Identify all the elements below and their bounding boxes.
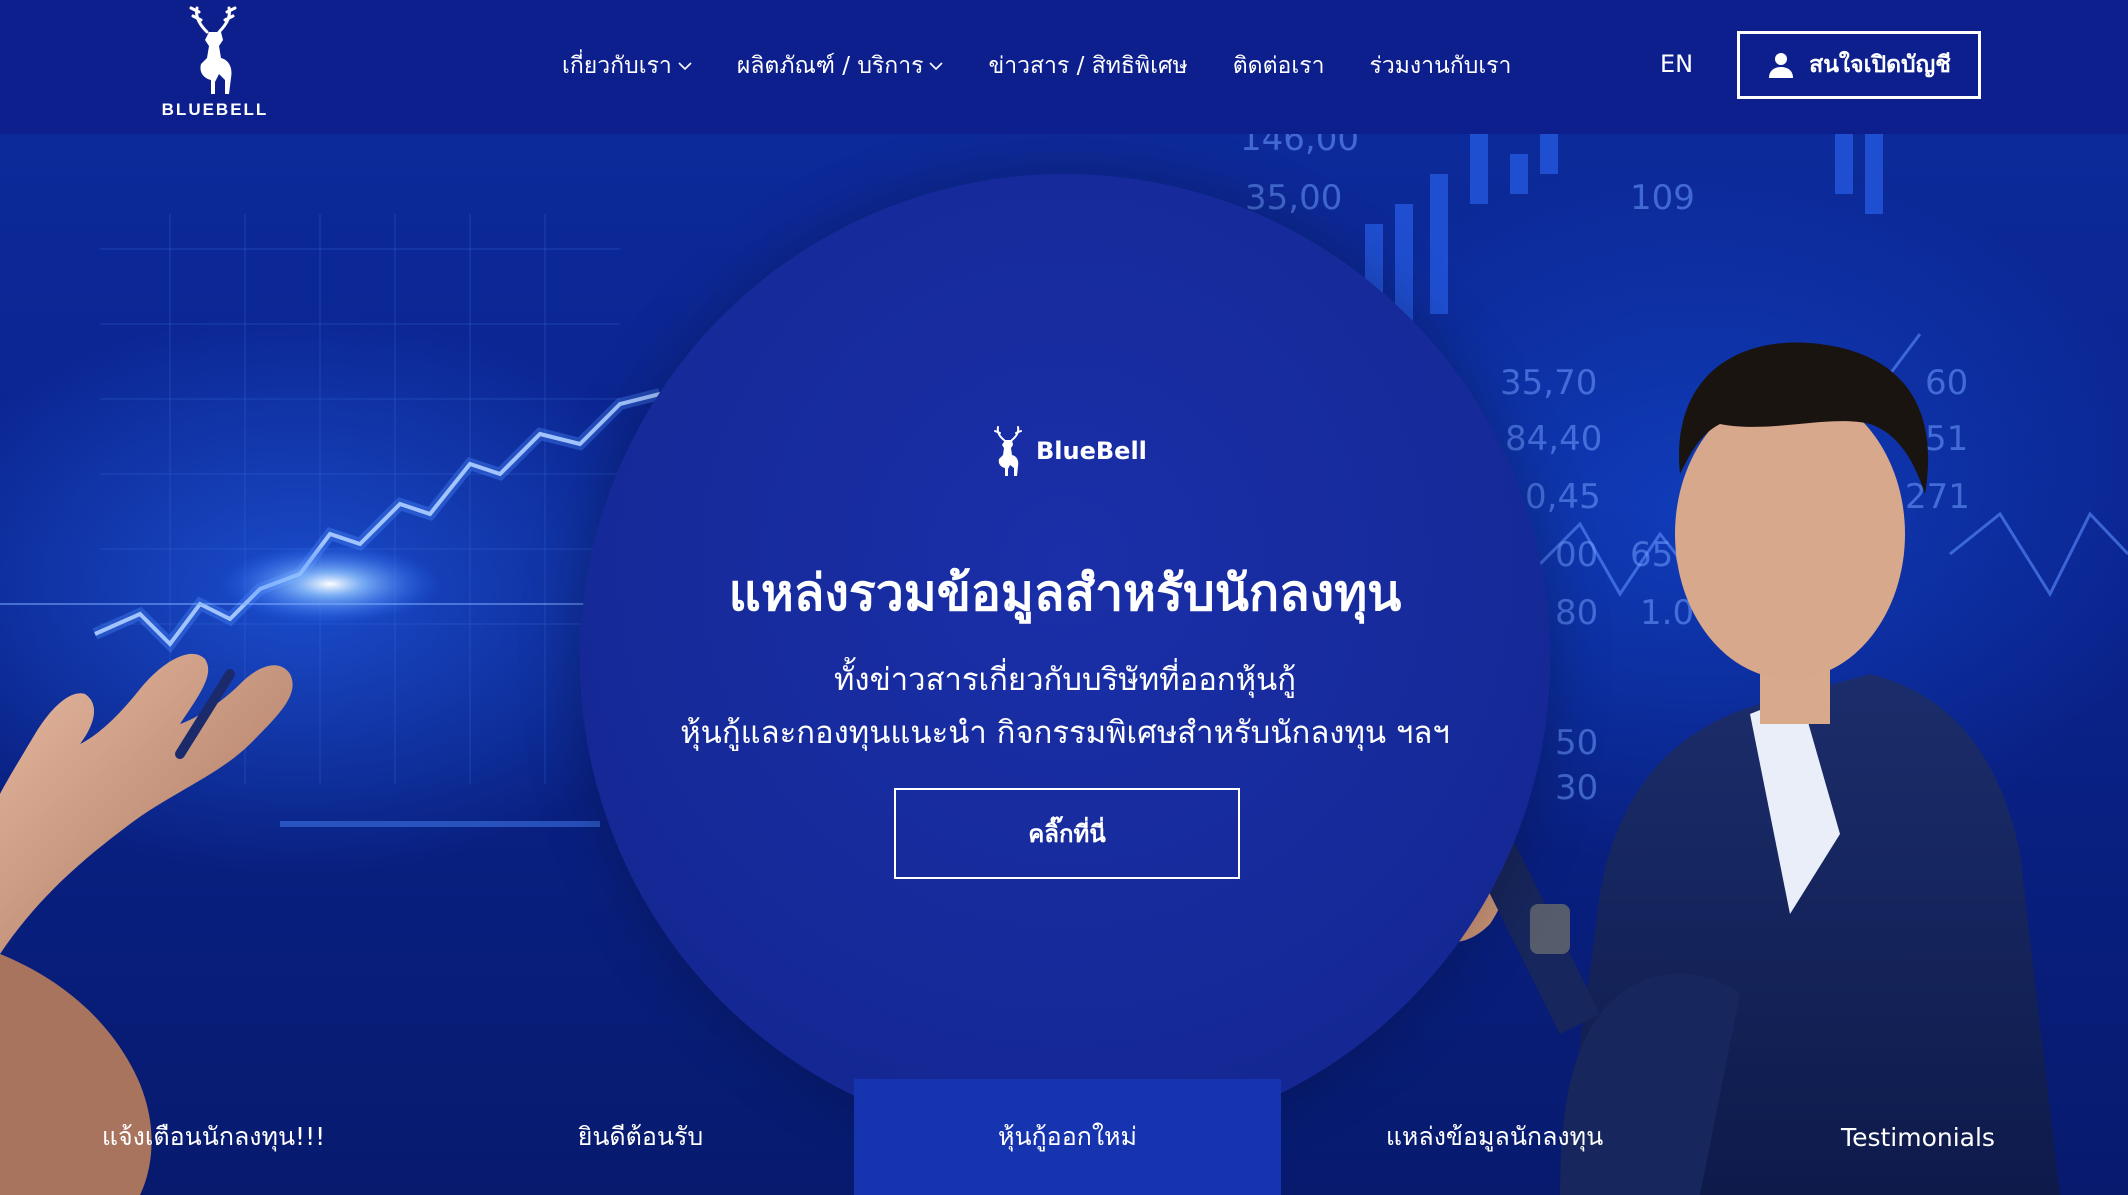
section-tabs: แจ้งเตือนนักลงทุน!!! ยินดีต้อนรับ หุ้นกู…	[0, 1079, 2128, 1195]
svg-text:51: 51	[1925, 419, 1968, 459]
open-account-button[interactable]: สนใจเปิดบัญชี	[1737, 31, 1981, 99]
svg-text:60: 60	[1925, 363, 1968, 403]
nav-item-label: ร่วมงานกับเรา	[1369, 53, 1512, 79]
hero-brand-name: BlueBell	[1036, 437, 1147, 465]
logo-wordmark: BLUEBELL	[161, 100, 269, 119]
hero-banner: 146,00 35,00 35,70 84,40 0,45 00 656 80 …	[0, 134, 2128, 1195]
nav-item-label: ผลิตภัณฑ์ / บริการ	[736, 53, 924, 79]
svg-text:271: 271	[1905, 477, 1970, 517]
click-here-button[interactable]: คลิ๊กที่นี่	[894, 788, 1240, 879]
nav-item-news[interactable]: ข่าวสาร / สิทธิพิเศษ	[988, 48, 1187, 84]
nav-item-label: ติดต่อเรา	[1232, 53, 1325, 79]
chevron-down-icon	[929, 61, 944, 71]
svg-text:84,40: 84,40	[1505, 419, 1602, 459]
language-switch[interactable]: EN	[1660, 50, 1693, 78]
tab-investor-resources[interactable]: แหล่งข้อมูลนักลงทุน	[1281, 1079, 1708, 1195]
svg-text:0,45: 0,45	[1525, 477, 1601, 517]
svg-text:80: 80	[1555, 593, 1598, 633]
tab-new-debentures[interactable]: หุ้นกู้ออกใหม่	[854, 1079, 1281, 1195]
hero-brand: BlueBell	[990, 424, 1147, 478]
nav-item-label: เกี่ยวกับเรา	[562, 53, 672, 79]
svg-text:00: 00	[1555, 535, 1598, 575]
nav-item-careers[interactable]: ร่วมงานกับเรา	[1370, 48, 1512, 84]
svg-text:146,00: 146,00	[1240, 134, 1359, 159]
hero-headline: แหล่งรวมข้อมูลสำหรับนักลงทุน	[728, 564, 1402, 622]
hero-subtitle-line-1: ทั้งข่าวสารเกี่ยวกับบริษัทที่ออกหุ้นกู้	[834, 662, 1296, 698]
tab-investor-alert[interactable]: แจ้งเตือนนักลงทุน!!!	[0, 1079, 427, 1195]
svg-text:35,00: 35,00	[1245, 178, 1342, 218]
site-header: BLUEBELL เกี่ยวกับเรา ผลิตภัณฑ์ / บริการ…	[0, 0, 2128, 134]
bluebell-logo[interactable]: BLUEBELL	[160, 2, 270, 122]
main-nav: เกี่ยวกับเรา ผลิตภัณฑ์ / บริการ ข่าวสาร …	[562, 44, 1556, 88]
deer-logo-icon	[994, 426, 1022, 476]
tab-testimonials[interactable]: Testimonials	[1708, 1079, 2128, 1195]
svg-text:109: 109	[1630, 178, 1695, 218]
svg-text:50: 50	[1555, 723, 1598, 763]
nav-item-contact[interactable]: ติดต่อเรา	[1233, 48, 1325, 84]
nav-item-about[interactable]: เกี่ยวกับเรา	[562, 48, 692, 84]
user-icon	[1769, 53, 1794, 78]
svg-text:30: 30	[1555, 768, 1598, 808]
svg-text:35,70: 35,70	[1500, 363, 1597, 403]
hero-subtitle-line-2: หุ้นกู้และกองทุนแนะนำ กิจกรรมพิเศษสำหรับ…	[680, 715, 1450, 751]
tab-welcome[interactable]: ยินดีต้อนรับ	[427, 1079, 854, 1195]
chevron-down-icon	[678, 61, 692, 71]
nav-item-products[interactable]: ผลิตภัณฑ์ / บริการ	[737, 48, 944, 84]
nav-item-label: ข่าวสาร / สิทธิพิเศษ	[988, 53, 1188, 79]
open-account-label: สนใจเปิดบัญชี	[1809, 52, 1951, 78]
deer-logo-icon	[189, 6, 237, 94]
